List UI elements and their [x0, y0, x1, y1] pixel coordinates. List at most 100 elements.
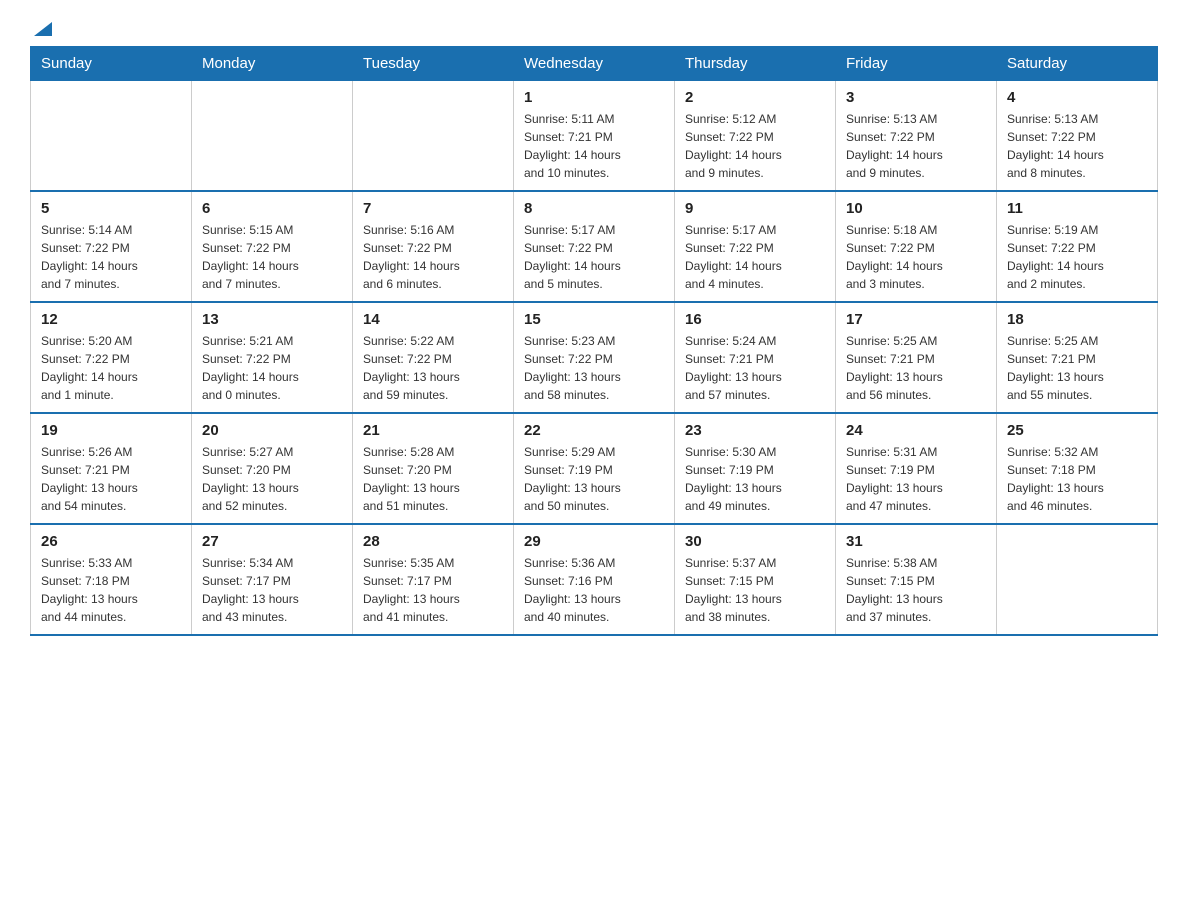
calendar-cell [31, 81, 192, 192]
day-info: Sunrise: 5:25 AMSunset: 7:21 PMDaylight:… [1007, 332, 1147, 404]
calendar-cell: 29 Sunrise: 5:36 AMSunset: 7:16 PMDayligh… [514, 524, 675, 635]
calendar-cell: 30Sunrise: 5:37 AMSunset: 7:15 PMDayligh… [675, 524, 836, 635]
calendar-cell: 15 Sunrise: 5:23 AMSunset: 7:22 PMDayligh… [514, 302, 675, 413]
day-number: 28 [363, 533, 503, 550]
day-info: Sunrise: 5:22 AMSunset: 7:22 PMDaylight:… [363, 332, 503, 404]
calendar-cell: 16Sunrise: 5:24 AMSunset: 7:21 PMDayligh… [675, 302, 836, 413]
calendar-cell: 5Sunrise: 5:14 AMSunset: 7:22 PMDaylight… [31, 191, 192, 302]
weekday-header-thursday: Thursday [675, 47, 836, 81]
day-number: 11 [1007, 200, 1147, 217]
day-number: 22 [524, 422, 664, 439]
calendar-body: 1 Sunrise: 5:11 AMSunset: 7:21 PMDaylight… [31, 81, 1158, 636]
calendar-header: SundayMondayTuesdayWednesdayThursdayFrid… [31, 47, 1158, 81]
calendar-week-5: 26 Sunrise: 5:33 AMSunset: 7:18 PMDayligh… [31, 524, 1158, 635]
day-number: 23 [685, 422, 825, 439]
weekday-header-friday: Friday [836, 47, 997, 81]
calendar-cell [192, 81, 353, 192]
day-number: 3 [846, 89, 986, 106]
day-number: 4 [1007, 89, 1147, 106]
day-info: Sunrise: 5:36 AMSunset: 7:16 PMDaylight:… [524, 554, 664, 626]
calendar-cell: 4 Sunrise: 5:13 AMSunset: 7:22 PMDaylight… [997, 81, 1158, 192]
calendar-cell: 7 Sunrise: 5:16 AMSunset: 7:22 PMDaylight… [353, 191, 514, 302]
calendar-cell: 26 Sunrise: 5:33 AMSunset: 7:18 PMDayligh… [31, 524, 192, 635]
day-info: Sunrise: 5:37 AMSunset: 7:15 PMDaylight:… [685, 554, 825, 626]
calendar-cell: 1 Sunrise: 5:11 AMSunset: 7:21 PMDaylight… [514, 81, 675, 192]
calendar-cell: 3 Sunrise: 5:13 AMSunset: 7:22 PMDaylight… [836, 81, 997, 192]
calendar-cell: 18 Sunrise: 5:25 AMSunset: 7:21 PMDayligh… [997, 302, 1158, 413]
day-info: Sunrise: 5:18 AMSunset: 7:22 PMDaylight:… [846, 221, 986, 293]
logo-triangle-icon [32, 18, 54, 40]
day-number: 19 [41, 422, 181, 439]
weekday-header-row: SundayMondayTuesdayWednesdayThursdayFrid… [31, 47, 1158, 81]
calendar-cell [997, 524, 1158, 635]
day-info: Sunrise: 5:31 AMSunset: 7:19 PMDaylight:… [846, 443, 986, 515]
day-info: Sunrise: 5:33 AMSunset: 7:18 PMDaylight:… [41, 554, 181, 626]
calendar-table: SundayMondayTuesdayWednesdayThursdayFrid… [30, 46, 1158, 636]
calendar-week-2: 5Sunrise: 5:14 AMSunset: 7:22 PMDaylight… [31, 191, 1158, 302]
day-info: Sunrise: 5:11 AMSunset: 7:21 PMDaylight:… [524, 110, 664, 182]
weekday-header-tuesday: Tuesday [353, 47, 514, 81]
day-number: 25 [1007, 422, 1147, 439]
day-info: Sunrise: 5:25 AMSunset: 7:21 PMDaylight:… [846, 332, 986, 404]
day-number: 24 [846, 422, 986, 439]
calendar-cell: 24 Sunrise: 5:31 AMSunset: 7:19 PMDayligh… [836, 413, 997, 524]
day-number: 1 [524, 89, 664, 106]
calendar-cell: 20 Sunrise: 5:27 AMSunset: 7:20 PMDayligh… [192, 413, 353, 524]
calendar-cell: 31Sunrise: 5:38 AMSunset: 7:15 PMDayligh… [836, 524, 997, 635]
day-info: Sunrise: 5:15 AMSunset: 7:22 PMDaylight:… [202, 221, 342, 293]
day-number: 13 [202, 311, 342, 328]
calendar-cell: 12 Sunrise: 5:20 AMSunset: 7:22 PMDayligh… [31, 302, 192, 413]
day-info: Sunrise: 5:21 AMSunset: 7:22 PMDaylight:… [202, 332, 342, 404]
day-number: 27 [202, 533, 342, 550]
weekday-header-sunday: Sunday [31, 47, 192, 81]
calendar-cell: 23Sunrise: 5:30 AMSunset: 7:19 PMDayligh… [675, 413, 836, 524]
calendar-cell: 28Sunrise: 5:35 AMSunset: 7:17 PMDayligh… [353, 524, 514, 635]
calendar-cell: 25 Sunrise: 5:32 AMSunset: 7:18 PMDayligh… [997, 413, 1158, 524]
day-info: Sunrise: 5:34 AMSunset: 7:17 PMDaylight:… [202, 554, 342, 626]
day-number: 20 [202, 422, 342, 439]
day-info: Sunrise: 5:19 AMSunset: 7:22 PMDaylight:… [1007, 221, 1147, 293]
day-info: Sunrise: 5:14 AMSunset: 7:22 PMDaylight:… [41, 221, 181, 293]
calendar-cell: 10 Sunrise: 5:18 AMSunset: 7:22 PMDayligh… [836, 191, 997, 302]
calendar-cell: 8Sunrise: 5:17 AMSunset: 7:22 PMDaylight… [514, 191, 675, 302]
day-info: Sunrise: 5:29 AMSunset: 7:19 PMDaylight:… [524, 443, 664, 515]
day-info: Sunrise: 5:28 AMSunset: 7:20 PMDaylight:… [363, 443, 503, 515]
weekday-header-monday: Monday [192, 47, 353, 81]
calendar-cell: 21Sunrise: 5:28 AMSunset: 7:20 PMDayligh… [353, 413, 514, 524]
day-number: 14 [363, 311, 503, 328]
page-header [30, 20, 1158, 36]
day-number: 26 [41, 533, 181, 550]
day-info: Sunrise: 5:32 AMSunset: 7:18 PMDaylight:… [1007, 443, 1147, 515]
calendar-cell: 17 Sunrise: 5:25 AMSunset: 7:21 PMDayligh… [836, 302, 997, 413]
day-number: 16 [685, 311, 825, 328]
day-number: 17 [846, 311, 986, 328]
calendar-cell: 27 Sunrise: 5:34 AMSunset: 7:17 PMDayligh… [192, 524, 353, 635]
day-number: 2 [685, 89, 825, 106]
day-number: 8 [524, 200, 664, 217]
day-info: Sunrise: 5:13 AMSunset: 7:22 PMDaylight:… [1007, 110, 1147, 182]
day-number: 7 [363, 200, 503, 217]
calendar-cell: 9 Sunrise: 5:17 AMSunset: 7:22 PMDaylight… [675, 191, 836, 302]
day-info: Sunrise: 5:20 AMSunset: 7:22 PMDaylight:… [41, 332, 181, 404]
day-number: 9 [685, 200, 825, 217]
day-number: 18 [1007, 311, 1147, 328]
day-info: Sunrise: 5:16 AMSunset: 7:22 PMDaylight:… [363, 221, 503, 293]
day-number: 12 [41, 311, 181, 328]
day-info: Sunrise: 5:12 AMSunset: 7:22 PMDaylight:… [685, 110, 825, 182]
calendar-cell: 22 Sunrise: 5:29 AMSunset: 7:19 PMDayligh… [514, 413, 675, 524]
calendar-cell: 14 Sunrise: 5:22 AMSunset: 7:22 PMDayligh… [353, 302, 514, 413]
day-info: Sunrise: 5:13 AMSunset: 7:22 PMDaylight:… [846, 110, 986, 182]
day-number: 29 [524, 533, 664, 550]
day-number: 15 [524, 311, 664, 328]
weekday-header-wednesday: Wednesday [514, 47, 675, 81]
day-info: Sunrise: 5:17 AMSunset: 7:22 PMDaylight:… [685, 221, 825, 293]
day-info: Sunrise: 5:27 AMSunset: 7:20 PMDaylight:… [202, 443, 342, 515]
calendar-cell: 13 Sunrise: 5:21 AMSunset: 7:22 PMDayligh… [192, 302, 353, 413]
day-number: 10 [846, 200, 986, 217]
day-info: Sunrise: 5:23 AMSunset: 7:22 PMDaylight:… [524, 332, 664, 404]
day-info: Sunrise: 5:38 AMSunset: 7:15 PMDaylight:… [846, 554, 986, 626]
calendar-week-4: 19Sunrise: 5:26 AMSunset: 7:21 PMDayligh… [31, 413, 1158, 524]
calendar-cell: 19Sunrise: 5:26 AMSunset: 7:21 PMDayligh… [31, 413, 192, 524]
calendar-cell: 2 Sunrise: 5:12 AMSunset: 7:22 PMDaylight… [675, 81, 836, 192]
calendar-cell [353, 81, 514, 192]
